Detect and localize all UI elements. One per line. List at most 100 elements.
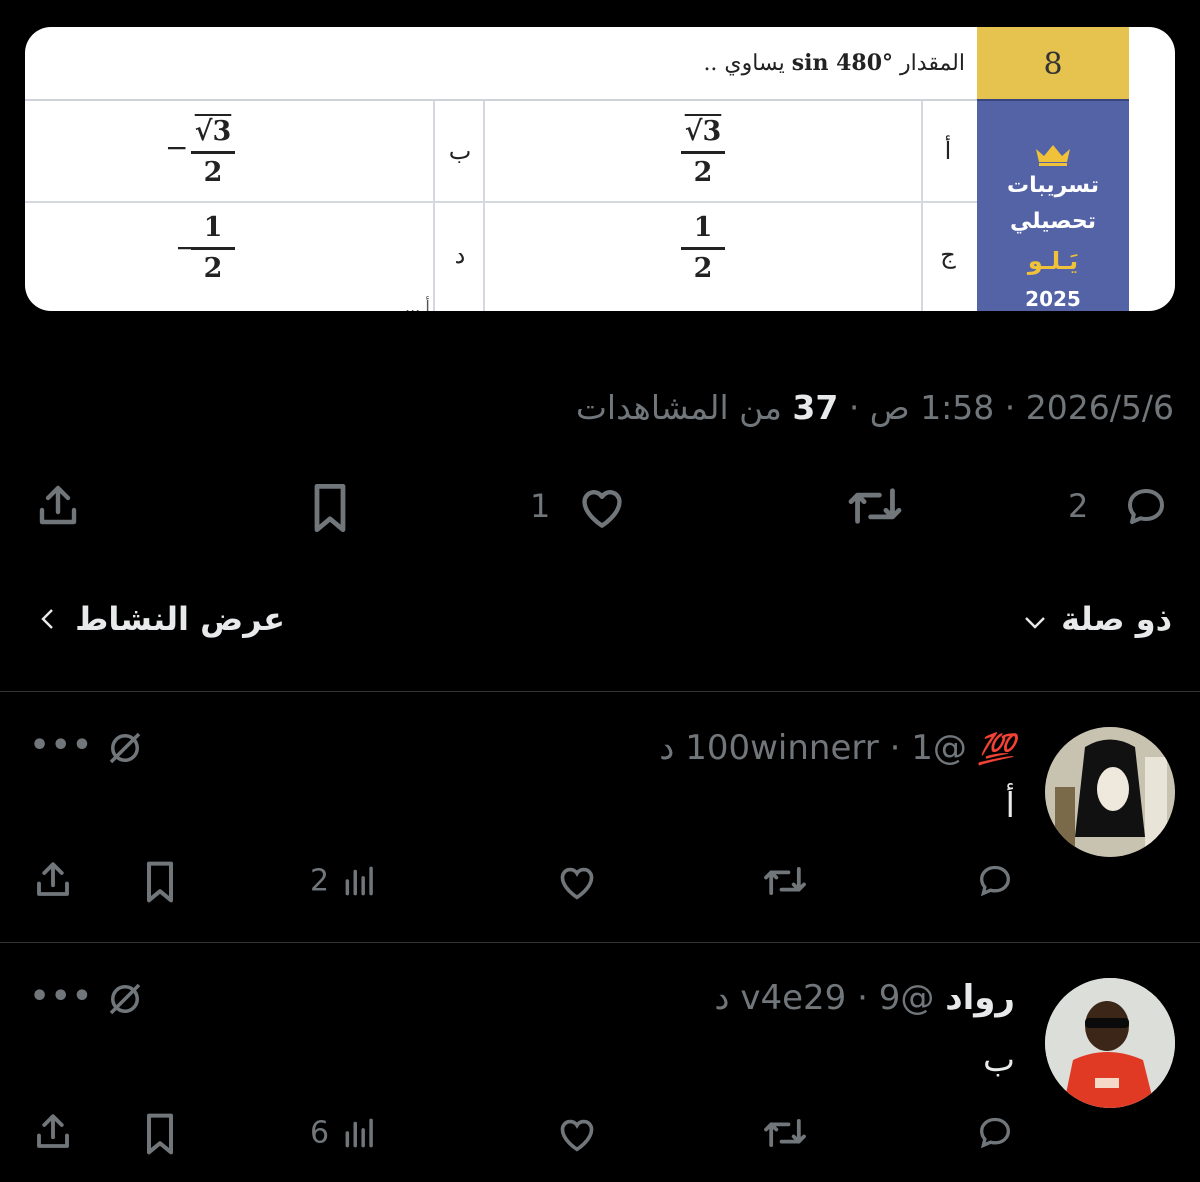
option-b-letter: ب <box>448 137 472 165</box>
bookmark-icon <box>146 1113 174 1155</box>
chevron-left-icon <box>38 600 54 638</box>
analytics-icon <box>345 866 374 896</box>
user-handle[interactable]: @v4e29 <box>740 978 934 1018</box>
related-dropdown[interactable]: ذو صلة <box>1024 600 1172 638</box>
option-a-numerator: √3 <box>684 116 722 147</box>
reply-icon <box>979 865 1011 897</box>
mute-icon[interactable] <box>104 727 146 773</box>
option-b-denominator: 2 <box>203 157 223 188</box>
tweet-timestamp[interactable]: 2026/5/6 · 1:58 ص · <box>838 388 1174 427</box>
crown-icon <box>1036 145 1070 166</box>
repost-button[interactable] <box>760 1114 810 1156</box>
views-button[interactable]: 2 <box>310 862 380 900</box>
question-expression: sin 480° <box>791 50 894 76</box>
brand-side-panel: تسريبات تحصيلي يَـلـو 2025 <box>977 99 1129 311</box>
divider <box>0 691 1200 692</box>
bookmark-button[interactable] <box>140 1112 180 1160</box>
like-button[interactable] <box>574 482 630 530</box>
reply-button[interactable] <box>1118 482 1174 530</box>
option-d-denominator: 2 <box>203 253 223 284</box>
reply-header: رواد @v4e29 · 9 د <box>714 978 1015 1018</box>
heart-icon <box>560 1119 594 1152</box>
option-c-numerator: 1 <box>693 212 713 243</box>
option-a-denominator: 2 <box>693 157 713 188</box>
reply-button[interactable] <box>972 860 1018 904</box>
mute-icon[interactable] <box>104 978 146 1024</box>
related-label: ذو صلة <box>1061 600 1172 638</box>
more-options-icon[interactable]: ••• <box>30 979 94 1014</box>
fraction-bar <box>681 247 725 250</box>
bookmark-icon <box>314 483 346 533</box>
option-a-letter: أ <box>944 137 952 165</box>
grid-divider <box>483 101 485 311</box>
option-b-value: √3 2 <box>183 115 243 190</box>
reply-icon <box>1128 489 1164 524</box>
views-count: 6 <box>310 1115 330 1151</box>
like-button[interactable] <box>554 861 600 905</box>
option-c-letter: ج <box>940 241 956 269</box>
reply-text: أ <box>1005 786 1015 826</box>
share-icon <box>39 485 77 525</box>
question-text: المقدار sin 480° يساوي .. <box>25 27 977 99</box>
fraction-bar <box>191 247 235 250</box>
views-count: 37 <box>792 388 839 427</box>
view-activity-label: عرض النشاط <box>75 600 285 638</box>
like-count: 1 <box>530 487 551 525</box>
option-c-value: 1 2 <box>673 211 733 286</box>
avatar[interactable] <box>1045 727 1175 857</box>
repost-icon <box>764 867 806 895</box>
share-button[interactable] <box>34 480 82 532</box>
reply-header: 💯 @100winnerr · 1 د <box>659 728 1015 768</box>
option-d-value: 1 2 <box>183 211 243 286</box>
view-activity-link[interactable]: عرض النشاط <box>38 600 285 638</box>
share-icon <box>37 862 69 896</box>
grid-divider <box>921 101 923 311</box>
display-name[interactable]: رواد <box>945 978 1015 1018</box>
analytics-icon <box>345 1118 374 1148</box>
cropped-text: ... أ <box>405 297 430 311</box>
heart-icon <box>560 867 594 900</box>
share-icon <box>37 1114 69 1148</box>
fraction-bar <box>681 151 725 154</box>
avatar-image <box>1045 727 1175 857</box>
more-options-icon[interactable]: ••• <box>30 728 94 763</box>
like-button[interactable] <box>554 1113 600 1157</box>
question-prefix: المقدار <box>900 51 965 76</box>
options-grid: أ √3 2 ب − √3 2 ج 1 2 د − 1 2 <box>25 99 977 311</box>
reply-icon <box>979 1117 1011 1149</box>
brand-year: 2025 <box>1025 287 1081 311</box>
fraction-bar <box>191 151 235 154</box>
avatar[interactable] <box>1045 978 1175 1108</box>
avatar-image <box>1045 978 1175 1108</box>
question-number: 8 <box>977 27 1129 99</box>
option-d-letter: د <box>454 241 466 269</box>
reply-text: ب <box>982 1040 1015 1080</box>
reply-count: 2 <box>1068 487 1089 525</box>
repost-icon <box>848 488 902 524</box>
display-name[interactable]: 💯 <box>978 732 1015 767</box>
grid-divider <box>25 201 977 203</box>
question-suffix: يساوي .. <box>703 51 785 76</box>
chevron-down-icon <box>1024 600 1046 638</box>
option-b-numerator: √3 <box>194 116 232 147</box>
option-d-numerator: 1 <box>203 212 223 243</box>
attached-image[interactable]: المقدار sin 480° يساوي .. 8 تسريبات تحصي… <box>25 27 1175 311</box>
reply-button[interactable] <box>972 1112 1018 1156</box>
views-label: من المشاهدات <box>575 388 793 427</box>
repost-button[interactable] <box>760 862 810 904</box>
grid-divider <box>433 101 435 311</box>
bookmark-button[interactable] <box>306 482 354 534</box>
tweet-meta: 2026/5/6 · 1:58 ص · 37 من المشاهدات <box>576 388 1174 427</box>
share-button[interactable] <box>32 858 74 906</box>
share-button[interactable] <box>32 1110 74 1158</box>
brand-line-1: تسريبات <box>1007 173 1099 198</box>
bookmark-button[interactable] <box>140 860 180 908</box>
repost-button[interactable] <box>844 482 906 530</box>
views-button[interactable]: 6 <box>310 1114 380 1152</box>
repost-icon <box>764 1119 806 1147</box>
brand-line-2: تحصيلي <box>1009 209 1096 234</box>
views-count: 2 <box>310 863 330 899</box>
divider <box>0 942 1200 943</box>
heart-icon <box>582 490 622 528</box>
option-c-denominator: 2 <box>693 253 713 284</box>
